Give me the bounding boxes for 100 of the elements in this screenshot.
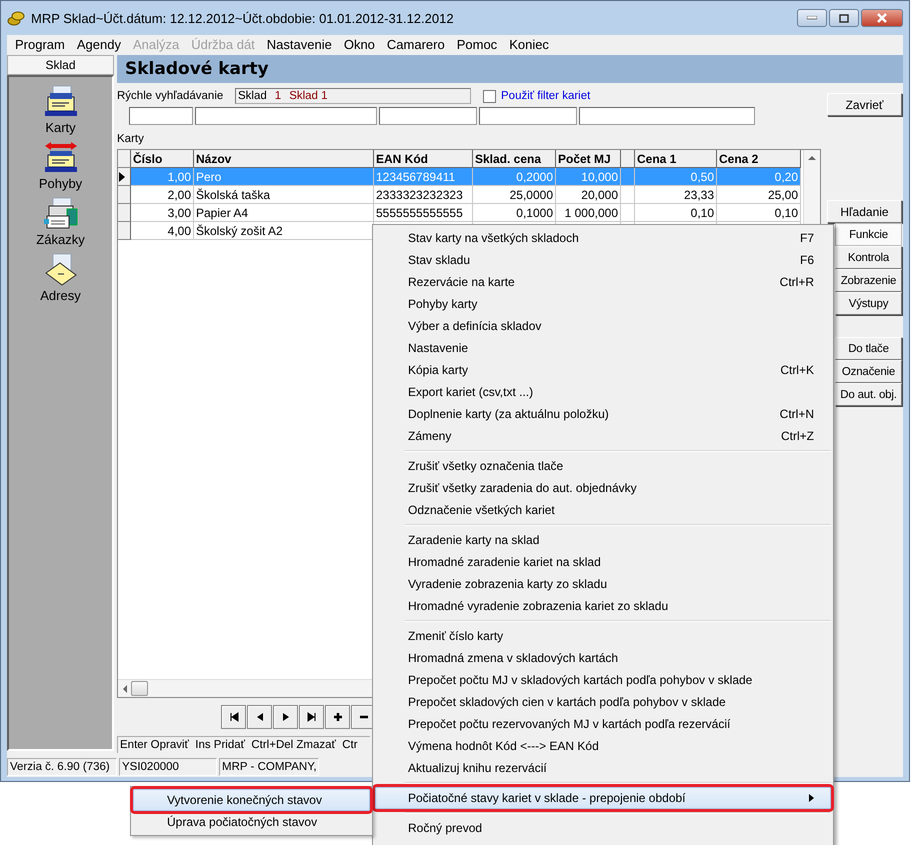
column-header[interactable]: Číslo	[131, 150, 194, 168]
menu-item[interactable]: Koniec	[503, 37, 555, 52]
maximize-button[interactable]	[829, 9, 859, 27]
status-field: Verzia č. 6.90 (736)	[7, 758, 117, 776]
context-menu-item[interactable]: Ročný prevod	[375, 817, 831, 839]
context-menu-item[interactable]: Aktualizuj knihu rezervácií	[375, 757, 831, 779]
window-title: MRP Sklad~Účt.dátum: 12.12.2012~Účt.obdobie: 01.01.2012-31.12.2012	[31, 10, 454, 26]
next-icon	[280, 712, 290, 722]
context-menu-item[interactable]: Zámeny Ctrl+Z	[375, 425, 831, 447]
context-menu-item[interactable]: Odznačenie všetkých kariet	[375, 499, 831, 521]
table-cell: 25,0000	[510, 188, 553, 202]
column-header[interactable]	[621, 150, 635, 168]
table-cell: 123456789411	[376, 170, 456, 184]
add-record-button[interactable]	[325, 705, 350, 729]
column-header[interactable]: Názov	[194, 150, 374, 168]
column-header[interactable]: Cena 2	[717, 150, 801, 168]
scroll-up-icon[interactable]	[808, 155, 816, 160]
context-menu-item[interactable]: Vyradenie zobrazenia karty zo skladu	[375, 573, 831, 595]
table-cell: 0,1000	[516, 206, 553, 220]
previous-icon	[254, 712, 264, 722]
table-cell: 5555555555555	[376, 206, 463, 220]
context-menu-item[interactable]: Zmeniť číslo karty	[375, 625, 831, 647]
section-tab[interactable]: Výstupy	[835, 292, 902, 315]
context-menu-item[interactable]: Stav karty na všetkých skladoch F7	[375, 227, 831, 249]
context-menu-item[interactable]: Hromadné vyradenie zobrazenia kariet zo skladu	[375, 595, 831, 617]
context-menu-item[interactable]: Zaradenie karty na sklad	[375, 529, 831, 551]
table-cell: 3,00	[168, 206, 191, 220]
context-menu-item[interactable]: Stav skladu F6	[375, 249, 831, 271]
column-header[interactable]: EAN Kód	[374, 150, 473, 168]
menu-item[interactable]: Nastavenie	[260, 37, 338, 52]
context-menu-item[interactable]: Kópia karty Ctrl+K	[375, 359, 831, 381]
sidebar-item[interactable]: Pohyby	[38, 141, 82, 191]
menu-item[interactable]: Camarero	[380, 37, 451, 52]
context-menu-item[interactable]: Doplnenie karty (za aktuálnu položku) Ctrl+N	[375, 403, 831, 425]
context-menu-item[interactable]: Prepočet počtu rezervovaných MJ v kartách podľa rezervácií	[375, 713, 831, 735]
card-file-icon	[42, 85, 78, 119]
table-cell: Papier A4	[196, 206, 248, 220]
section-tab[interactable]: Kontrola	[835, 246, 902, 269]
row-selector[interactable]	[118, 168, 131, 186]
status-field: YSI020000	[119, 758, 217, 776]
search-field[interactable]	[379, 107, 477, 125]
first-icon	[228, 712, 238, 722]
table-label: Karty	[117, 133, 144, 145]
context-menu-item[interactable]: Hromadná zmena v skladových kartách	[375, 647, 831, 669]
submenu-item[interactable]: Úprava počiatočných stavov	[133, 811, 370, 833]
table-cell: 4,00	[168, 224, 191, 238]
context-menu-item[interactable]: Prepočet počtu MJ v skladových kartách podľa pohybov v sklade	[375, 669, 831, 691]
page-header: Skladové karty	[117, 55, 903, 83]
section-tab[interactable]: Funkcie	[835, 223, 902, 246]
sidebar-item[interactable]: Adresy	[40, 253, 81, 303]
context-menu-item[interactable]: Počiatočné stavy kariet v sklade - prepojenie období	[375, 787, 831, 809]
menu-item[interactable]: Okno	[338, 37, 381, 52]
next-record-button[interactable]	[273, 705, 298, 729]
menu-item[interactable]: Program	[9, 37, 71, 52]
minimize-icon	[807, 16, 817, 20]
submenu-item[interactable]: Vytvorenie konečných stavov	[133, 789, 370, 811]
context-menu-item[interactable]: Výber a definícia skladov	[375, 315, 831, 337]
table-cell: 0,10	[774, 206, 798, 220]
last-record-button[interactable]	[299, 705, 324, 729]
section-tab[interactable]: Zobrazenie	[835, 269, 902, 292]
close-window-button[interactable]: Zavrieť	[827, 93, 902, 116]
status-field: MRP - COMPANY,	[219, 758, 319, 776]
minimize-button[interactable]	[797, 9, 827, 27]
action-button[interactable]: Do aut. obj.	[835, 383, 902, 406]
table-cell: 23,33	[684, 188, 714, 202]
table-cell: 2333323232323	[376, 188, 463, 202]
table-cell: 1 000,000	[564, 206, 618, 220]
table-cell: 0,20	[774, 170, 798, 184]
context-menu-item[interactable]: Výmena hodnôt Kód <---> EAN Kód	[375, 735, 831, 757]
sidebar-item[interactable]: Karty	[42, 85, 78, 135]
filter-checkbox[interactable]: Použiť filter kariet	[483, 90, 590, 102]
context-menu-item[interactable]: Zrušiť všetky označenia tlače	[375, 455, 831, 477]
menu-item[interactable]: Agendy	[70, 37, 127, 52]
search-field[interactable]	[579, 107, 755, 125]
search-field[interactable]	[129, 107, 193, 125]
action-button[interactable]: Do tlače	[835, 337, 902, 360]
scroll-thumb[interactable]	[131, 681, 148, 696]
context-menu-item[interactable]: Prepočet skladových cien v kartách podľa pohybov v sklade	[375, 691, 831, 713]
context-menu-item[interactable]: Nastavenie	[375, 337, 831, 359]
context-menu-item[interactable]: Export kariet (csv,txt ...)	[375, 381, 831, 403]
search-field[interactable]	[479, 107, 577, 125]
context-menu-item[interactable]: Pohyby karty	[375, 293, 831, 315]
column-header[interactable]: Počet MJ	[556, 150, 621, 168]
sidebar-title[interactable]: Sklad	[7, 55, 114, 75]
first-record-button[interactable]	[221, 705, 246, 729]
menu-item[interactable]: Pomoc	[450, 37, 504, 52]
section-tab[interactable]: Hľadanie	[827, 200, 902, 223]
action-button[interactable]: Označenie	[835, 360, 902, 383]
previous-record-button[interactable]	[247, 705, 272, 729]
close-button[interactable]	[861, 9, 903, 27]
table-cell: 25,00	[768, 188, 798, 202]
search-field[interactable]	[195, 107, 377, 125]
sidebar-item[interactable]: Zákazky	[36, 197, 85, 247]
context-menu-item[interactable]: Rezervácie na karte Ctrl+R	[375, 271, 831, 293]
maximize-icon	[839, 14, 849, 22]
column-header[interactable]: Sklad. cena	[473, 150, 556, 168]
column-header[interactable]: Cena 1	[635, 150, 717, 168]
scroll-left-icon[interactable]	[122, 684, 127, 692]
context-menu-item[interactable]: Hromadné zaradenie kariet na sklad	[375, 551, 831, 573]
context-menu-item[interactable]: Zrušiť všetky zaradenia do aut. objednávky	[375, 477, 831, 499]
